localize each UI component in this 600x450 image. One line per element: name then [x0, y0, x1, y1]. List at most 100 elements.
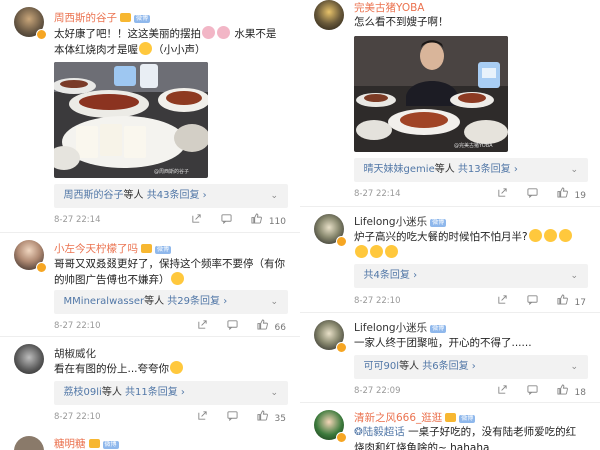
replies-mid-text: 等人	[144, 296, 165, 307]
username[interactable]: Lifelong小迷乐 微博	[354, 320, 447, 335]
like-icon[interactable]	[557, 187, 568, 198]
vip-badge-icon	[336, 236, 347, 247]
username[interactable]: 胡椒威化	[54, 346, 96, 361]
share-icon[interactable]	[497, 294, 508, 305]
pleading-emoji-icon	[355, 245, 368, 258]
weibo-badge: 微博	[430, 219, 447, 227]
username[interactable]: 周西斯的谷子 微博	[54, 10, 151, 25]
timestamp: 8-27 22:14	[54, 215, 101, 225]
replies-user-link[interactable]: 晴天妹妹gemie	[364, 164, 435, 175]
comment-icon[interactable]	[527, 384, 538, 396]
replies-user-link[interactable]: MMineralwasser	[64, 296, 145, 307]
replies-user-link[interactable]: 可可90l	[364, 361, 400, 372]
like-icon[interactable]	[251, 213, 262, 224]
replies-summary[interactable]: 可可90l等人 共6条回复 › ⌄	[354, 355, 588, 379]
like-icon[interactable]	[557, 294, 568, 305]
pig-emoji-icon	[202, 26, 215, 39]
share-icon[interactable]	[191, 213, 202, 224]
comment-item: 完美古猪YOBA 怎么看不到嫂子啊！ @完美古猪YOBA 晴天妹妹gemie等人…	[300, 0, 600, 206]
photo-watermark: @完美古猪YOBA	[454, 142, 493, 149]
replies-user-link[interactable]: 荔枝09li	[64, 387, 102, 398]
like-icon[interactable]	[557, 384, 568, 395]
username[interactable]: 完美古猪YOBA	[354, 0, 425, 15]
timestamp: 8-27 22:10	[54, 412, 101, 422]
username[interactable]: 糖明糖 微博	[54, 436, 119, 450]
like-icon[interactable]	[257, 319, 268, 330]
replies-summary[interactable]: 晴天妹妹gemie等人 共13条回复 › ⌄	[354, 158, 588, 182]
comment-item: Lifelong小迷乐 微博 一家人终于团聚啦，开心的不得了...... 可可90…	[300, 312, 600, 402]
replies-mid-text: 等人	[399, 361, 420, 372]
vip-badge-icon	[36, 262, 47, 273]
pleading-emoji-icon	[370, 245, 383, 258]
replies-mid-text: 等人	[123, 190, 144, 201]
comment-text: ❂陆毅超话 一桌子好吃的，没有陆老师爱吃的红 烧肉和红烧鱼啥的~ hahaha	[354, 424, 586, 450]
cat-emoji-icon	[139, 42, 152, 55]
comment-photo[interactable]: @周西斯的谷子	[54, 62, 208, 178]
avatar[interactable]	[314, 0, 344, 30]
like-icon[interactable]	[257, 410, 268, 421]
replies-summary[interactable]: 共4条回复 › ⌄	[354, 264, 588, 288]
like-count: 66	[274, 322, 286, 333]
username[interactable]: Lifelong小迷乐 微博	[354, 214, 447, 229]
comment-icon[interactable]	[227, 319, 238, 331]
comment-item: 胡椒威化 看在有图的份上...夸夸你 荔枝09li等人 共11条回复 › ⌄ 8…	[0, 336, 300, 430]
comment-text: 太好康了吧！！这这美丽的摆拍 水果不是本体红烧肉才是喔 （小小声）	[54, 26, 277, 56]
comment-text: 看在有图的份上...夸夸你	[54, 361, 286, 377]
timestamp: 8-27 22:14	[354, 189, 401, 199]
topic-link[interactable]: ❂陆毅超话	[354, 426, 405, 438]
comment-item: 周西斯的谷子 微博 太好康了吧！！这这美丽的摆拍 水果不是本体红烧肉才是喔 （小小声…	[0, 0, 300, 232]
replies-count-link[interactable]: 共11条回复	[125, 387, 178, 398]
photo-watermark: @周西斯的谷子	[154, 168, 189, 175]
pleading-emoji-icon	[385, 245, 398, 258]
share-icon[interactable]	[497, 384, 508, 395]
replies-mid-text: 等人	[434, 164, 455, 175]
crown-icon	[120, 13, 131, 22]
like-count: 35	[274, 413, 286, 424]
replies-summary[interactable]: 荔枝09li等人 共11条回复 › ⌄	[54, 381, 288, 405]
comment-icon[interactable]	[221, 213, 232, 225]
laughing-emoji-icon	[528, 229, 542, 242]
like-count: 110	[268, 216, 286, 227]
replies-count-link[interactable]: 共4条回复	[364, 270, 410, 281]
weibo-badge: 微博	[155, 246, 172, 254]
grin-emoji-icon	[170, 272, 184, 285]
left-comment-column: 周西斯的谷子 微博 太好康了吧！！这这美丽的摆拍 水果不是本体红烧肉才是喔 （小小声…	[0, 0, 300, 450]
replies-count-link[interactable]: 共43条回复	[147, 190, 200, 201]
comment-actions: 35	[181, 410, 286, 424]
comment-text: 炉子高兴的吃大餐的时候怕不怕月半?	[354, 229, 586, 261]
dropdown-arrow-icon: ⌄	[270, 191, 278, 201]
avatar[interactable]	[14, 344, 44, 374]
vip-badge-icon	[336, 432, 347, 443]
comment-actions: 17	[481, 294, 586, 308]
crown-icon	[88, 439, 100, 448]
replies-summary[interactable]: 周西斯的谷子等人 共43条回复 › ⌄	[54, 184, 288, 208]
comment-item: 糖明糖 微博	[0, 432, 300, 450]
right-comment-column: 完美古猪YOBA 怎么看不到嫂子啊！ @完美古猪YOBA 晴天妹妹gemie等人…	[300, 0, 600, 450]
food-photo-image: @完美古猪YOBA	[354, 36, 508, 152]
share-icon[interactable]	[197, 410, 208, 421]
comment-actions: 18	[481, 384, 586, 398]
username[interactable]: 清新之风666_逛逛 微博	[354, 410, 476, 425]
timestamp: 8-27 22:09	[354, 386, 401, 396]
share-icon[interactable]	[497, 187, 508, 198]
comment-icon[interactable]	[227, 410, 238, 422]
laughing-emoji-icon	[558, 229, 572, 242]
weibo-badge: 微博	[134, 15, 151, 23]
replies-count-link[interactable]: 共29条回复	[167, 296, 220, 307]
avatar[interactable]	[14, 436, 44, 450]
share-icon[interactable]	[197, 319, 208, 330]
replies-user-link[interactable]: 周西斯的谷子	[64, 190, 124, 201]
replies-count-link[interactable]: 共6条回复	[422, 361, 468, 372]
vip-badge-icon	[336, 342, 347, 353]
replies-count-link[interactable]: 共13条回复	[458, 164, 511, 175]
comment-item: Lifelong小迷乐 微博 炉子高兴的吃大餐的时候怕不怕月半? 共4条回复 › …	[300, 206, 600, 312]
comment-photo[interactable]: @完美古猪YOBA	[354, 36, 508, 152]
weibo-badge: 微博	[102, 441, 119, 449]
replies-summary[interactable]: MMineralwasser等人 共29条回复 › ⌄	[54, 290, 288, 314]
comment-icon[interactable]	[527, 187, 538, 199]
comment-actions: 66	[181, 319, 286, 333]
username[interactable]: 小左今天柠檬了吗 微博	[54, 241, 172, 256]
chevron-right-icon: ›	[468, 361, 476, 372]
comment-icon[interactable]	[527, 294, 538, 306]
dropdown-arrow-icon: ⌄	[570, 362, 578, 372]
